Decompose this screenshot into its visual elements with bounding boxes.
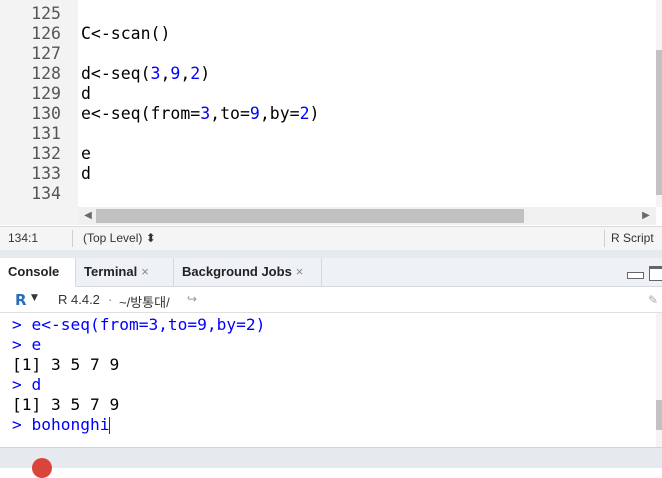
r-version-label: R 4.4.2 [58,292,100,307]
code-token: ,to= [210,104,250,123]
line-number: 127 [31,44,61,63]
chevron-down-icon[interactable]: ▼ [31,293,38,303]
console-output-line: [1] 3 5 7 9 [12,395,120,414]
clear-console-icon[interactable]: ✎ [648,293,658,307]
console-input-line: > e<-seq(from=3,to=9,by=2) [12,315,266,334]
app-icon[interactable] [32,458,52,478]
code-token: ,by= [259,104,300,123]
console-output[interactable]: > e<-seq(from=3,to=9,by=2) > e [1] 3 5 7 9… [0,313,656,447]
editor-vertical-scroll-thumb[interactable] [656,50,662,195]
line-number: 134 [31,184,61,203]
editor-line[interactable]: 134 [0,184,656,204]
number-token: 9 [249,104,260,123]
console-header: R ▼ R 4.4.2 · ~/방통대/ ↪ ✎ [0,287,662,313]
line-number: 132 [31,144,61,163]
console-output-line: [1] 3 5 7 9 [12,355,120,374]
number-token: 9 [170,64,181,83]
console-pane-tabbar: Console Terminal × Background Jobs × [0,258,662,287]
scroll-left-arrow-icon[interactable]: ◀ [80,208,96,224]
close-icon[interactable]: × [296,264,304,279]
editor-line[interactable]: 130 e<-seq(from=3,to=9,by=2) [0,104,656,124]
code-text: e<-seq(from=3,to=9,by=2) [81,104,319,124]
pane-splitter[interactable] [0,250,662,258]
status-divider [604,230,605,247]
working-directory-path: ~/방통대/ [119,295,170,310]
code-text: d<-seq(3,9,2) [81,64,210,84]
line-number: 128 [31,64,61,83]
line-number: 129 [31,84,61,103]
minimize-pane-icon[interactable] [627,272,644,279]
line-number: 133 [31,164,61,183]
code-token: d<-seq( [81,64,151,83]
maximize-pane-icon[interactable] [649,266,662,281]
text-cursor [109,417,111,434]
cursor-position: 134:1 [8,231,39,245]
editor-line[interactable]: 132 e [0,144,656,164]
code-token: d [81,164,91,183]
code-text: d [81,164,91,184]
tab-background-jobs[interactable]: Background Jobs × [174,258,322,286]
gutter-bottom [0,207,78,225]
editor-line[interactable]: 126 C<-scan() [0,24,656,44]
go-to-directory-icon[interactable]: ↪ [187,292,197,306]
editor-status-bar: 134:1 (Top Level) ⬍ R Script [0,226,662,251]
scroll-right-arrow-icon[interactable]: ▶ [638,208,654,224]
code-token: , [160,64,171,83]
number-token: 3 [150,64,161,83]
status-divider [72,230,73,247]
tab-console[interactable]: Console [0,258,76,287]
bottom-panel-edge [0,447,662,468]
code-text: e [81,144,91,164]
code-text: C<-scan() [81,24,170,44]
code-token: , [180,64,191,83]
editor-line[interactable]: 133 d [0,164,656,184]
editor-line[interactable]: 129 d [0,84,656,104]
editor-line[interactable]: 131 [0,124,656,144]
number-token: 3 [200,104,211,123]
r-logo-icon[interactable]: R [15,291,27,309]
line-number: 131 [31,124,61,143]
editor-horizontal-scroll-thumb[interactable] [96,209,524,223]
tab-console-label: Console [8,264,60,279]
code-token: d [81,84,91,103]
console-scroll-thumb[interactable] [656,400,662,430]
line-number: 130 [31,104,61,123]
source-editor[interactable]: 125 126 C<-scan() 127 128 d<-seq(3,9,2) 129 d 13… [0,0,662,207]
separator-dot: · [108,292,113,307]
editor-line[interactable]: 127 [0,44,656,64]
code-text: d [81,84,91,104]
console-input-line: > d [12,375,42,394]
editor-line[interactable]: 128 d<-seq(3,9,2) [0,64,656,84]
code-token: e [81,144,91,163]
console-input-line: > e [12,335,42,354]
pane-window-controls [625,264,662,281]
editor-line[interactable]: 125 [0,4,656,24]
tab-background-jobs-label: Background Jobs [182,264,292,279]
code-token: ) [309,104,320,123]
console-input-line: > bohonghi [12,415,111,434]
tab-terminal-label: Terminal [84,264,138,279]
scope-selector[interactable]: (Top Level) ⬍ [83,231,156,245]
file-type-selector[interactable]: R Script [611,231,654,245]
number-token: 2 [299,104,310,123]
number-token: 2 [190,64,201,83]
tab-terminal[interactable]: Terminal × [76,258,174,286]
code-token: ) [200,64,211,83]
line-number: 126 [31,24,61,43]
code-token: e<-seq(from= [81,104,201,123]
code-token: C<-scan() [81,24,171,43]
line-number: 125 [31,4,61,23]
close-icon[interactable]: × [141,264,149,279]
